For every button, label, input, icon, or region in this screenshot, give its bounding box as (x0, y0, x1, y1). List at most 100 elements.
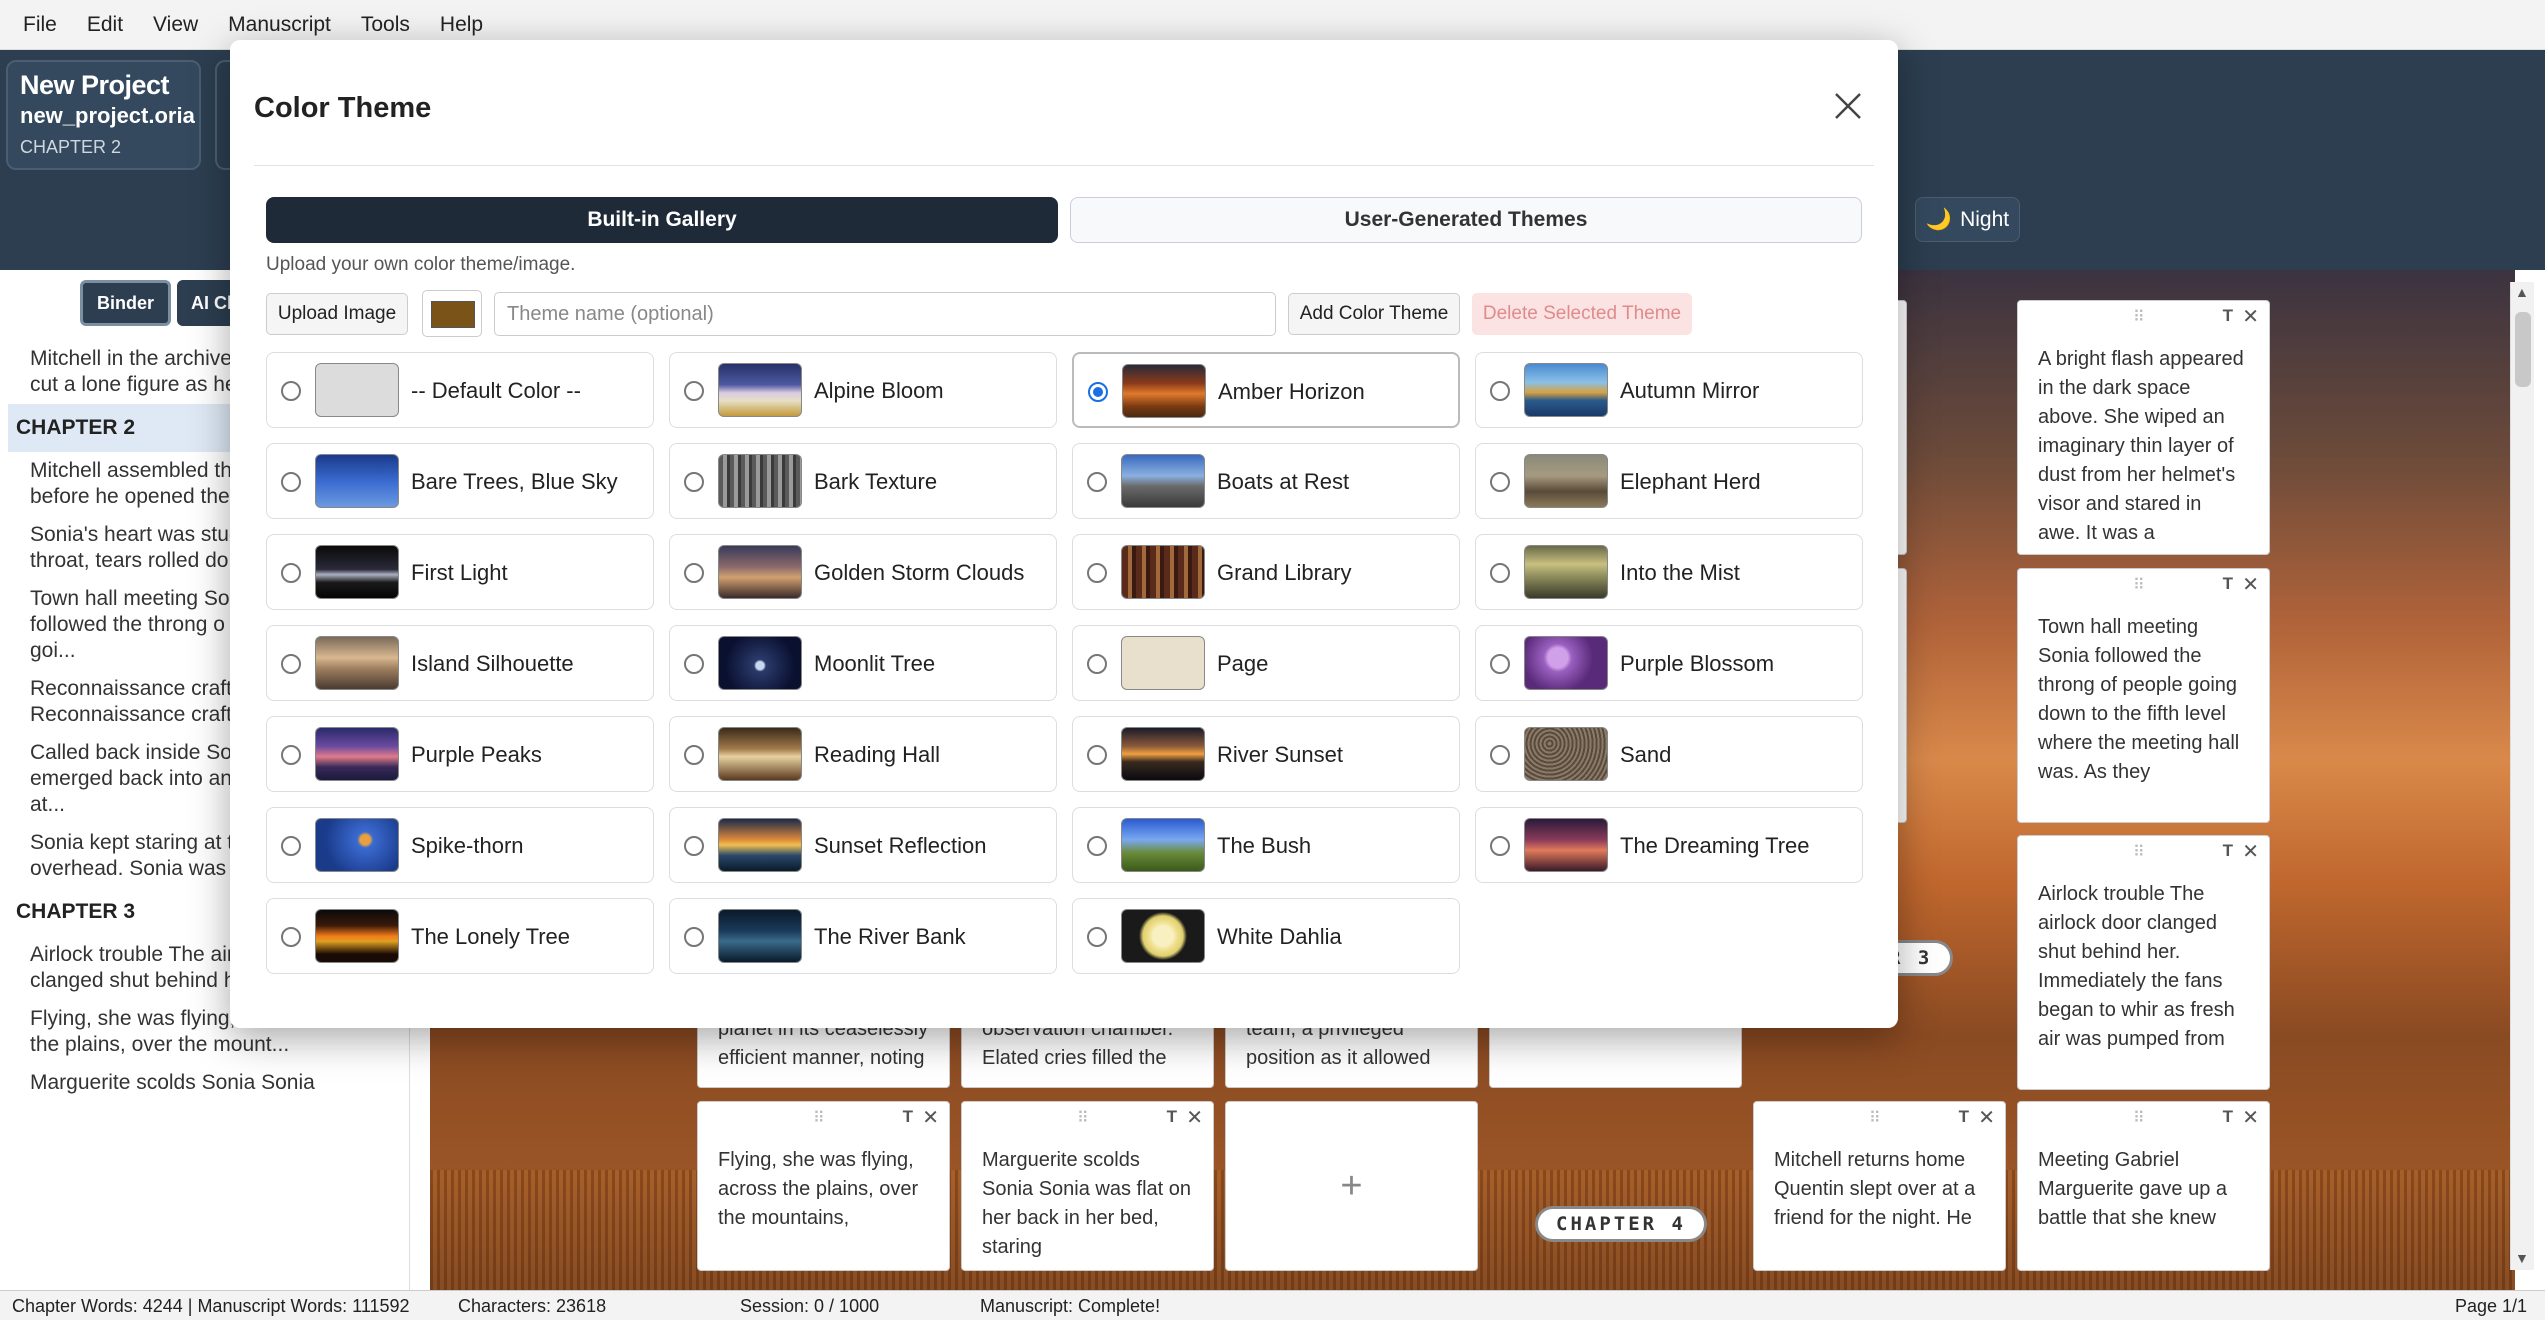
theme-radio[interactable] (1490, 381, 1510, 401)
theme-option[interactable]: Golden Storm Clouds (669, 534, 1057, 610)
theme-radio[interactable] (1087, 745, 1107, 765)
theme-radio[interactable] (1490, 563, 1510, 583)
drag-handle-icon[interactable]: ⠿ (1869, 1108, 1882, 1128)
theme-option[interactable]: Island Silhouette (266, 625, 654, 701)
theme-option[interactable]: Alpine Bloom (669, 352, 1057, 428)
scene-card[interactable]: ⠿ T ✕ Town hall meeting Sonia followed the … (2017, 568, 2270, 823)
theme-option[interactable]: The River Bank (669, 898, 1057, 974)
close-icon[interactable] (1830, 88, 1866, 124)
theme-radio[interactable] (684, 745, 704, 765)
title-toggle-icon[interactable]: T (2223, 841, 2233, 861)
drag-handle-icon[interactable]: ⠿ (2133, 1108, 2146, 1128)
drag-handle-icon[interactable]: ⠿ (813, 1108, 826, 1128)
theme-radio[interactable] (1088, 382, 1108, 402)
theme-radio[interactable] (281, 745, 301, 765)
menu-item-file[interactable]: File (8, 0, 72, 50)
theme-option[interactable]: Purple Blossom (1475, 625, 1863, 701)
theme-option[interactable]: Bare Trees, Blue Sky (266, 443, 654, 519)
scene-card[interactable]: ⠿ T ✕ Meeting Gabriel Marguerite gave up a … (2017, 1101, 2270, 1271)
delete-theme-button[interactable]: Delete Selected Theme (1472, 293, 1692, 335)
delete-card-icon[interactable]: ✕ (1978, 1105, 1995, 1130)
scene-card[interactable]: ⠿ T ✕ Mitchell returns home Quentin slept o… (1753, 1101, 2006, 1271)
tab-user-themes[interactable]: User-Generated Themes (1070, 197, 1862, 243)
theme-option[interactable]: Grand Library (1072, 534, 1460, 610)
theme-radio[interactable] (684, 654, 704, 674)
theme-radio[interactable] (1087, 836, 1107, 856)
theme-radio[interactable] (281, 472, 301, 492)
theme-option[interactable]: Into the Mist (1475, 534, 1863, 610)
scene-card[interactable]: ⠿ T ✕ A bright flash appeared in the dark s… (2017, 300, 2270, 555)
delete-card-icon[interactable]: ✕ (2242, 304, 2259, 329)
theme-radio[interactable] (281, 381, 301, 401)
title-toggle-icon[interactable]: T (2223, 574, 2233, 594)
theme-radio[interactable] (1087, 654, 1107, 674)
theme-option[interactable]: The Lonely Tree (266, 898, 654, 974)
binder-item[interactable]: Marguerite scolds Sonia Sonia (0, 1064, 405, 1102)
title-toggle-icon[interactable]: T (2223, 306, 2233, 326)
theme-radio[interactable] (281, 836, 301, 856)
theme-radio[interactable] (1087, 472, 1107, 492)
tab-binder[interactable]: Binder (80, 280, 172, 326)
theme-option[interactable]: -- Default Color -- (266, 352, 654, 428)
theme-option[interactable]: The Bush (1072, 807, 1460, 883)
menu-item-view[interactable]: View (138, 0, 213, 50)
drag-handle-icon[interactable]: ⠿ (2133, 307, 2146, 327)
theme-radio[interactable] (684, 836, 704, 856)
theme-option[interactable]: Amber Horizon (1072, 352, 1460, 428)
scene-card[interactable]: ⠿ T ✕ Marguerite scolds Sonia Sonia was fla… (961, 1101, 1214, 1271)
title-toggle-icon[interactable]: T (1167, 1107, 1177, 1127)
theme-radio[interactable] (281, 654, 301, 674)
delete-card-icon[interactable]: ✕ (2242, 839, 2259, 864)
scene-card[interactable]: ⠿ T ✕ Flying, she was flying, across the pl… (697, 1101, 950, 1271)
drag-handle-icon[interactable]: ⠿ (1077, 1108, 1090, 1128)
theme-radio[interactable] (1490, 836, 1510, 856)
theme-option[interactable]: Sunset Reflection (669, 807, 1057, 883)
project-card[interactable]: New Project new_project.oria CHAPTER 2 (6, 60, 201, 170)
drag-handle-icon[interactable]: ⠿ (2133, 842, 2146, 862)
theme-option[interactable]: White Dahlia (1072, 898, 1460, 974)
menu-item-edit[interactable]: Edit (72, 0, 138, 50)
theme-option[interactable]: Spike-thorn (266, 807, 654, 883)
color-picker[interactable] (422, 290, 482, 337)
drag-handle-icon[interactable]: ⠿ (2133, 575, 2146, 595)
theme-radio[interactable] (1087, 927, 1107, 947)
theme-option[interactable]: Sand (1475, 716, 1863, 792)
scroll-thumb[interactable] (2515, 312, 2531, 387)
theme-radio[interactable] (281, 563, 301, 583)
title-toggle-icon[interactable]: T (1959, 1107, 1969, 1127)
theme-radio[interactable] (684, 563, 704, 583)
theme-radio[interactable] (684, 927, 704, 947)
theme-radio[interactable] (684, 472, 704, 492)
delete-card-icon[interactable]: ✕ (2242, 572, 2259, 597)
delete-card-icon[interactable]: ✕ (922, 1105, 939, 1130)
theme-radio[interactable] (684, 381, 704, 401)
scene-card[interactable]: ⠿ T ✕ Airlock trouble The airlock door clan… (2017, 835, 2270, 1090)
theme-option[interactable]: Boats at Rest (1072, 443, 1460, 519)
theme-radio[interactable] (1490, 745, 1510, 765)
scroll-down-icon[interactable]: ▼ (2515, 1250, 2529, 1266)
theme-option[interactable]: Autumn Mirror (1475, 352, 1863, 428)
theme-radio[interactable] (1490, 654, 1510, 674)
add-card-button[interactable]: + (1225, 1101, 1478, 1271)
title-toggle-icon[interactable]: T (2223, 1107, 2233, 1127)
theme-radio[interactable] (281, 927, 301, 947)
theme-option[interactable]: The Dreaming Tree (1475, 807, 1863, 883)
upload-image-button[interactable]: Upload Image (266, 293, 408, 335)
theme-radio[interactable] (1490, 472, 1510, 492)
title-toggle-icon[interactable]: T (903, 1107, 913, 1127)
theme-option[interactable]: Purple Peaks (266, 716, 654, 792)
theme-option[interactable]: Elephant Herd (1475, 443, 1863, 519)
add-theme-button[interactable]: Add Color Theme (1288, 293, 1460, 335)
scroll-up-icon[interactable]: ▲ (2515, 284, 2529, 300)
delete-card-icon[interactable]: ✕ (2242, 1105, 2259, 1130)
night-mode-button[interactable]: 🌙 Night (1915, 197, 2020, 242)
theme-option[interactable]: River Sunset (1072, 716, 1460, 792)
theme-name-input[interactable] (494, 292, 1276, 336)
theme-option[interactable]: First Light (266, 534, 654, 610)
tab-builtin-gallery[interactable]: Built-in Gallery (266, 197, 1058, 243)
chapter-marker[interactable]: CHAPTER 4 (1535, 1206, 1707, 1242)
theme-option[interactable]: Page (1072, 625, 1460, 701)
theme-option[interactable]: Bark Texture (669, 443, 1057, 519)
delete-card-icon[interactable]: ✕ (1186, 1105, 1203, 1130)
theme-radio[interactable] (1087, 563, 1107, 583)
